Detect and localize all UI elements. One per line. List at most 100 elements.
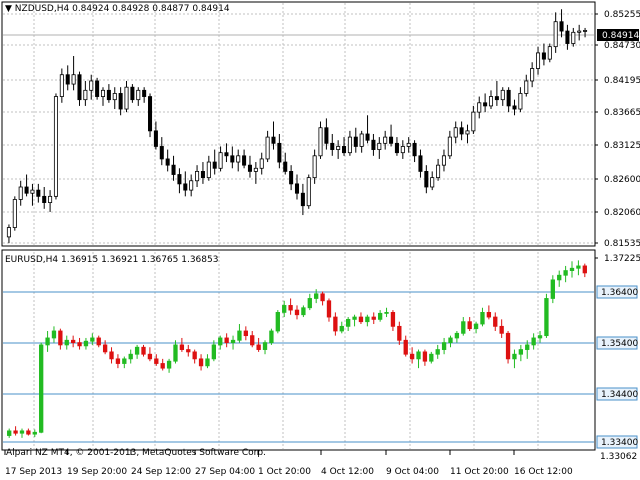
candle-body	[524, 80, 529, 94]
candlestick[interactable]	[547, 43, 552, 63]
time-label: 9 Oct 04:00	[386, 467, 439, 477]
candle-body	[236, 155, 241, 163]
candle-body	[42, 195, 47, 203]
candle-body	[282, 305, 287, 313]
candle-body	[397, 325, 402, 341]
candle-body	[563, 270, 568, 276]
candlestick[interactable]	[505, 330, 511, 364]
candle-body	[418, 155, 423, 172]
candle-body	[195, 171, 200, 182]
candle-body	[441, 155, 446, 166]
candlestick[interactable]	[130, 84, 135, 103]
candle-body	[65, 74, 70, 85]
candle-body	[83, 89, 88, 101]
candle-body	[512, 105, 517, 110]
candle-body	[118, 93, 123, 110]
candle-body	[289, 171, 294, 185]
time-label: 1 Oct 20:00	[258, 467, 311, 477]
candle-body	[24, 186, 29, 194]
candlestick[interactable]	[148, 93, 153, 138]
candle-body	[36, 189, 41, 197]
candle-body	[26, 430, 31, 435]
candle-body	[326, 300, 332, 318]
candle-body	[400, 146, 405, 154]
top-price-axis: 0.85255 0.84730 0.84195 0.83665 0.83125 0.826…	[595, 10, 640, 249]
candle-body	[130, 86, 135, 101]
time-label: 27 Sep 04:00	[195, 467, 255, 477]
candle-body	[70, 339, 76, 344]
candle-body	[294, 183, 300, 194]
candle-body	[109, 351, 114, 360]
candle-body	[353, 136, 358, 147]
top-symbol: NZDUSD,H4	[14, 4, 70, 14]
candlestick[interactable]	[53, 93, 58, 200]
chart-window[interactable]: 0.85255 0.84730 0.84195 0.83665 0.83125 0.826…	[0, 0, 640, 480]
candle-body	[499, 325, 504, 334]
candlestick[interactable]	[544, 293, 549, 338]
candle-body	[173, 344, 178, 362]
top-ohlc: 0.84924 0.84928 0.84877 0.84914	[72, 4, 230, 14]
candle-body	[406, 142, 411, 147]
price-label: 0.81535	[604, 239, 640, 249]
candlestick[interactable]	[275, 310, 280, 334]
candle-body	[312, 155, 317, 179]
candle-body	[183, 183, 188, 191]
candlestick[interactable]	[39, 342, 44, 434]
candle-body	[39, 344, 44, 433]
candle-body	[336, 146, 341, 150]
candle-body	[224, 152, 229, 157]
candle-body	[441, 342, 447, 350]
candle-body	[115, 358, 121, 364]
candle-body	[106, 89, 111, 101]
candle-body	[134, 346, 140, 355]
candle-body	[346, 318, 351, 327]
candle-body	[59, 74, 64, 97]
candle-body	[342, 146, 347, 154]
price-label: 0.84730	[604, 41, 640, 51]
candle-body	[565, 30, 570, 44]
candle-body	[339, 325, 344, 332]
candle-body	[253, 167, 258, 172]
candle-body	[301, 307, 306, 316]
candle-body	[30, 189, 35, 194]
candle-body	[448, 337, 453, 344]
time-label: 16 Oct 12:00	[514, 467, 573, 477]
candlestick[interactable]	[306, 174, 311, 209]
candle-body	[171, 164, 176, 175]
candle-body	[314, 293, 319, 299]
candle-body	[359, 133, 364, 147]
bottom-price-axis: 1.37225 1.36400 1.35400 1.34400 1.33400 1.330…	[595, 254, 640, 462]
candle-body	[512, 353, 517, 360]
candle-body	[256, 344, 261, 350]
candlestick[interactable]	[12, 196, 17, 231]
candle-body	[122, 358, 127, 364]
candle-body	[177, 174, 182, 185]
candlestick[interactable]	[95, 77, 100, 100]
candle-body	[277, 142, 282, 163]
candle-body	[165, 158, 170, 166]
candle-body	[473, 323, 479, 330]
candle-body	[576, 265, 581, 269]
candle-body	[447, 136, 452, 157]
top-panel-header: ▼ NZDUSD,H4 0.84924 0.84928 0.84877 0.84…	[5, 4, 230, 15]
candle-body	[347, 136, 352, 154]
candle-body	[307, 298, 312, 309]
candle-body	[525, 344, 530, 350]
dropdown-triangle-icon[interactable]: ▼	[5, 4, 12, 14]
candle-body	[541, 52, 546, 60]
candle-body	[13, 430, 18, 434]
candle-body	[530, 68, 535, 82]
candlestick[interactable]	[269, 328, 274, 345]
level-price-label: 1.35400	[601, 339, 638, 349]
candle-body	[159, 146, 164, 160]
time-label: 19 Sep 20:00	[67, 467, 127, 477]
candle-body	[200, 171, 205, 179]
candle-body	[186, 349, 191, 353]
candle-body	[6, 227, 11, 238]
candle-body	[461, 321, 466, 334]
candle-body	[154, 358, 159, 364]
bottom-symbol: EURUSD,H4	[5, 255, 59, 265]
candle-body	[547, 46, 552, 60]
candle-body	[95, 80, 100, 97]
time-label: 17 Sep 2013	[5, 467, 62, 477]
